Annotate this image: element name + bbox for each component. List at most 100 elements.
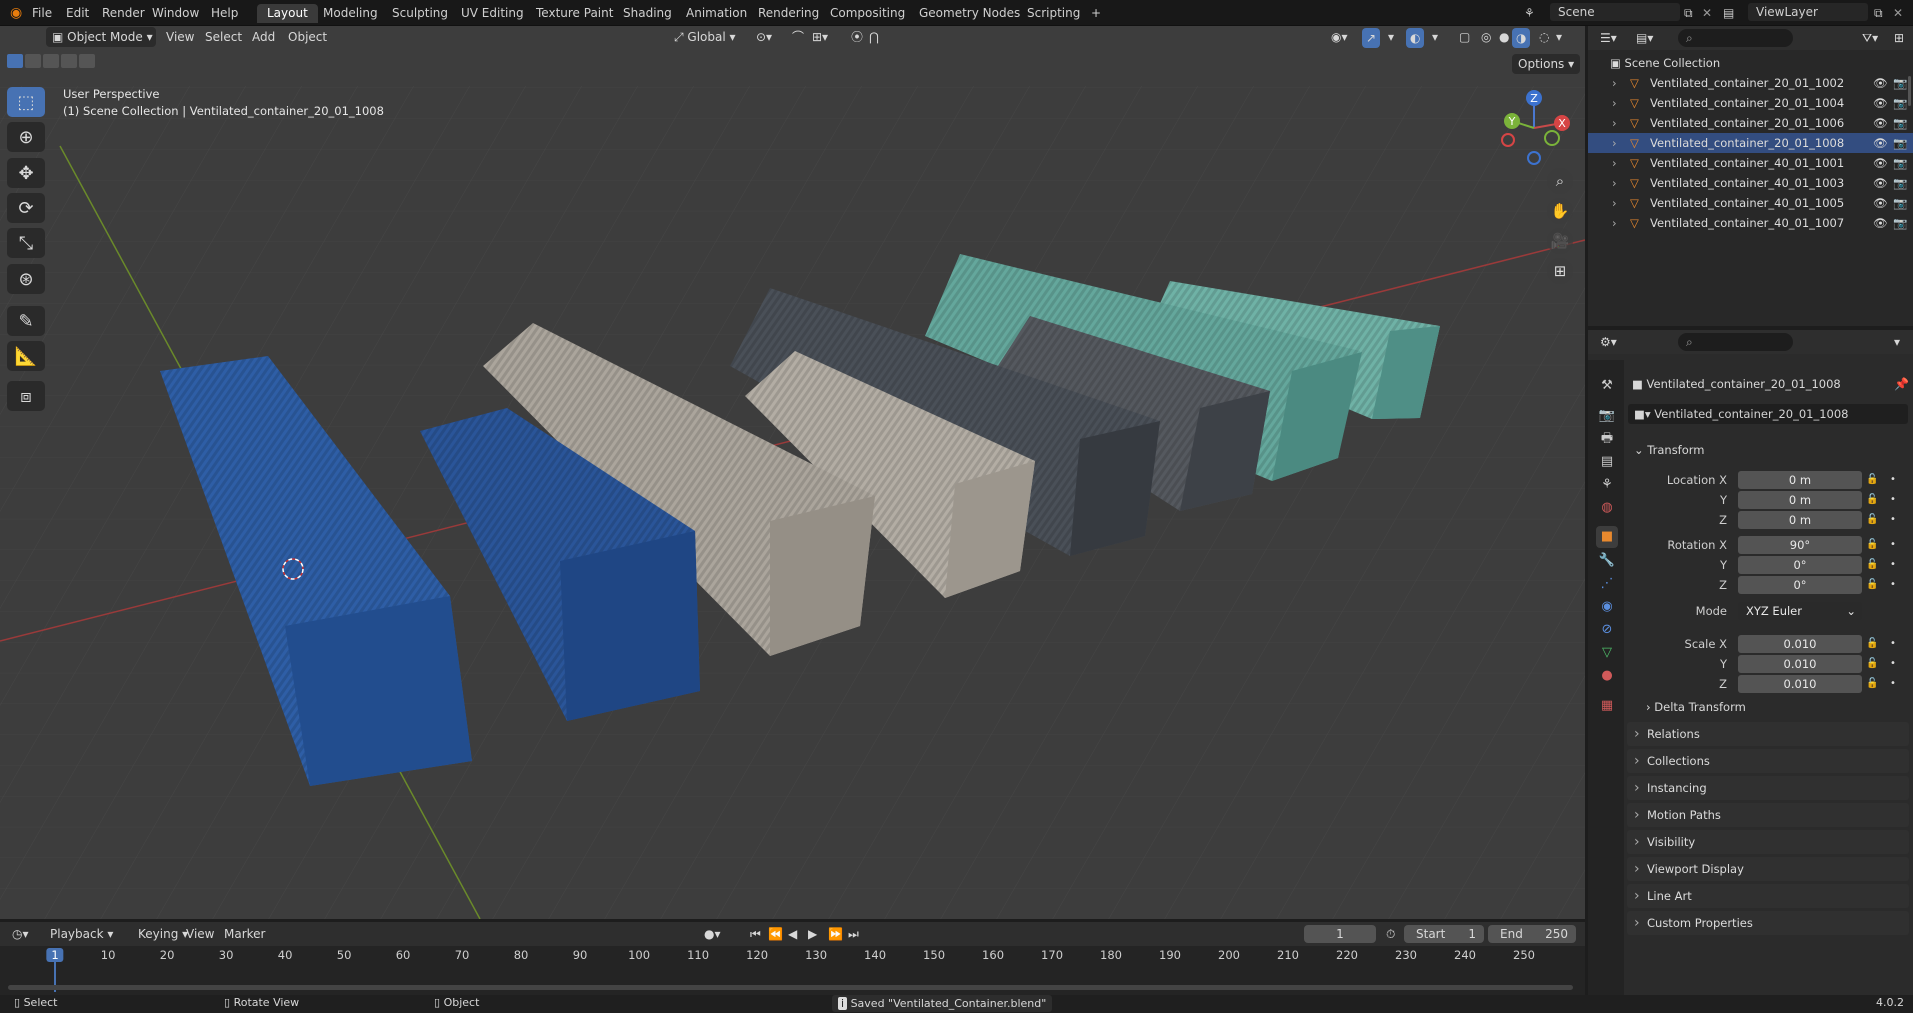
eye-icon[interactable]: 👁 (1873, 153, 1888, 173)
expand-arrow-icon[interactable]: › (1612, 93, 1617, 113)
overlays-toggle-icon[interactable]: ◐ (1406, 28, 1425, 48)
properties-search-field[interactable]: ⌕ (1678, 333, 1793, 351)
expand-arrow-icon[interactable]: › (1612, 153, 1617, 173)
panel-collections[interactable]: Collections (1627, 749, 1909, 773)
outliner-item[interactable]: › ▽ Ventilated_container_20_01_1008 👁 📷 (1588, 133, 1913, 153)
timeline-scrollbar[interactable] (8, 985, 1573, 990)
expand-arrow-icon[interactable]: › (1612, 113, 1617, 133)
particles-tab-icon[interactable]: ⋰ (1596, 573, 1618, 595)
new-collection-icon[interactable]: ⊞ (1888, 28, 1910, 48)
rotation-y-field[interactable]: 0° (1738, 556, 1862, 574)
camera-view-icon[interactable]: 🎥 (1547, 228, 1573, 254)
rotation-z-field[interactable]: 0° (1738, 576, 1862, 594)
add-workspace-button[interactable]: + (1083, 4, 1109, 23)
rotation-x-field[interactable]: 90° (1738, 536, 1862, 554)
3d-viewport[interactable]: ▣ Object Mode ▾ View Select Add Object ⤢… (0, 26, 1585, 919)
pan-hand-icon[interactable]: ✋ (1547, 198, 1573, 224)
modifier-tab-icon[interactable]: 🔧 (1596, 550, 1618, 572)
lock-scale-y-icon[interactable]: 🔓 (1866, 658, 1878, 669)
eye-icon[interactable]: 👁 (1873, 113, 1888, 133)
visibility-icon[interactable]: ◉▾ (1325, 27, 1354, 47)
eye-icon[interactable]: 👁 (1873, 173, 1888, 193)
scale-y-field[interactable]: 0.010 (1738, 655, 1862, 673)
display-mode-icon[interactable]: ▤▾ (1630, 28, 1659, 48)
scene-selector-icon[interactable]: ⚘ (1516, 4, 1543, 23)
lock-rotation-z-icon[interactable]: 🔓 (1866, 579, 1878, 590)
add-cube-tool[interactable]: ⧈ (7, 381, 45, 411)
snap-target-icon[interactable]: ⊞▾ (806, 27, 834, 47)
outliner-item[interactable]: › ▽ Ventilated_container_20_01_1004 👁 📷 (1588, 93, 1913, 113)
expand-arrow-icon[interactable]: › (1612, 133, 1617, 153)
output-tab-icon[interactable]: 🖶 (1596, 428, 1618, 450)
data-tab-icon[interactable]: ▽ (1596, 642, 1618, 664)
keyframe-scale-z-icon[interactable]: • (1890, 678, 1896, 689)
transform-tool[interactable]: ⊛ (7, 264, 45, 294)
expand-arrow-icon[interactable]: › (1612, 213, 1617, 233)
selection-mode-icons[interactable] (7, 54, 102, 70)
tab-uv-editing[interactable]: UV Editing (451, 4, 534, 23)
xray-icon[interactable]: ▢ (1453, 27, 1476, 47)
select-extend-icon[interactable] (25, 54, 41, 68)
end-frame-field[interactable]: End 250 (1488, 925, 1576, 943)
keyframe-location-x-icon[interactable]: • (1890, 474, 1896, 485)
tab-scripting[interactable]: Scripting (1017, 4, 1090, 23)
outliner-item[interactable]: › ▽ Ventilated_container_40_01_1001 👁 📷 (1588, 153, 1913, 173)
delete-view-layer-icon[interactable]: ✕ (1885, 4, 1911, 23)
tab-geometry-nodes[interactable]: Geometry Nodes (909, 4, 1030, 23)
texture-tab-icon[interactable]: ▦ (1596, 695, 1618, 717)
menu-add[interactable]: Add (246, 27, 281, 47)
location-x-field[interactable]: 0 m (1738, 471, 1862, 489)
properties-editor-type-icon[interactable]: ⚙▾ (1594, 332, 1623, 352)
options-dropdown[interactable]: Options ▾ (1512, 54, 1581, 74)
panel-line-art[interactable]: Line Art (1627, 884, 1909, 908)
outliner-item[interactable]: › ▽ Ventilated_container_40_01_1003 👁 📷 (1588, 173, 1913, 193)
expand-arrow-icon[interactable]: › (1612, 73, 1617, 93)
delta-transform-subpanel[interactable]: › Delta Transform (1640, 697, 1752, 717)
auto-keying-icon[interactable]: ●▾ (698, 924, 727, 944)
physics-tab-icon[interactable]: ◉ (1596, 596, 1618, 618)
outliner-item[interactable]: › ▽ Ventilated_container_20_01_1006 👁 📷 (1588, 113, 1913, 133)
current-frame-field[interactable]: 1 (1304, 925, 1376, 943)
pin-icon[interactable]: 📌 (1888, 374, 1913, 394)
menu-edit[interactable]: Edit (58, 4, 97, 23)
keyframe-rotation-y-icon[interactable]: • (1890, 559, 1896, 570)
camera-render-icon[interactable]: 📷 (1893, 193, 1907, 213)
scene-name-field[interactable]: Scene (1550, 3, 1680, 21)
eye-icon[interactable]: 👁 (1873, 193, 1888, 213)
lock-rotation-y-icon[interactable]: 🔓 (1866, 559, 1878, 570)
lock-scale-x-icon[interactable]: 🔓 (1866, 638, 1878, 649)
keyframe-scale-y-icon[interactable]: • (1890, 658, 1896, 669)
scale-tool[interactable]: ⤡ (7, 228, 45, 258)
keyframe-location-y-icon[interactable]: • (1890, 494, 1896, 505)
camera-render-icon[interactable]: 📷 (1893, 113, 1907, 133)
editor-type-icon[interactable]: ☰▾ (1594, 28, 1623, 48)
lock-location-y-icon[interactable]: 🔓 (1866, 494, 1878, 505)
panel-relations[interactable]: Relations (1627, 722, 1909, 746)
marker-menu[interactable]: Marker (218, 924, 271, 944)
menu-help[interactable]: Help (203, 4, 246, 23)
view-layer-field[interactable]: ViewLayer (1748, 3, 1868, 21)
keyframe-rotation-z-icon[interactable]: • (1890, 579, 1896, 590)
menu-object[interactable]: Object (282, 27, 333, 47)
play-icon[interactable]: ▶ (802, 924, 823, 944)
tab-sculpting[interactable]: Sculpting (382, 4, 458, 23)
select-subtract-icon[interactable] (43, 54, 59, 68)
keyframe-location-z-icon[interactable]: • (1890, 514, 1896, 525)
scale-x-field[interactable]: 0.010 (1738, 635, 1862, 653)
material-tab-icon[interactable]: ● (1596, 665, 1618, 687)
tab-compositing[interactable]: Compositing (820, 4, 915, 23)
playback-menu[interactable]: Playback ▾ (44, 924, 119, 944)
camera-render-icon[interactable]: 📷 (1893, 153, 1907, 173)
eye-icon[interactable]: 👁 (1873, 133, 1888, 153)
object-tab-icon[interactable]: ■ (1596, 526, 1618, 548)
shading-material-icon[interactable]: ◑ (1512, 28, 1531, 48)
menu-file[interactable]: File (24, 4, 60, 23)
scene-tab-icon[interactable]: ⚘ (1596, 474, 1618, 496)
outliner-search-field[interactable]: ⌕ (1678, 29, 1793, 47)
perspective-toggle-icon[interactable]: ⊞ (1547, 258, 1573, 284)
view-layer-tab-icon[interactable]: ▤ (1596, 451, 1618, 473)
camera-render-icon[interactable]: 📷 (1893, 173, 1907, 193)
start-frame-field[interactable]: Start 1 (1404, 925, 1484, 943)
timeline-editor-type-icon[interactable]: ◷▾ (6, 924, 35, 944)
constraints-tab-icon[interactable]: ⊘ (1596, 619, 1618, 641)
